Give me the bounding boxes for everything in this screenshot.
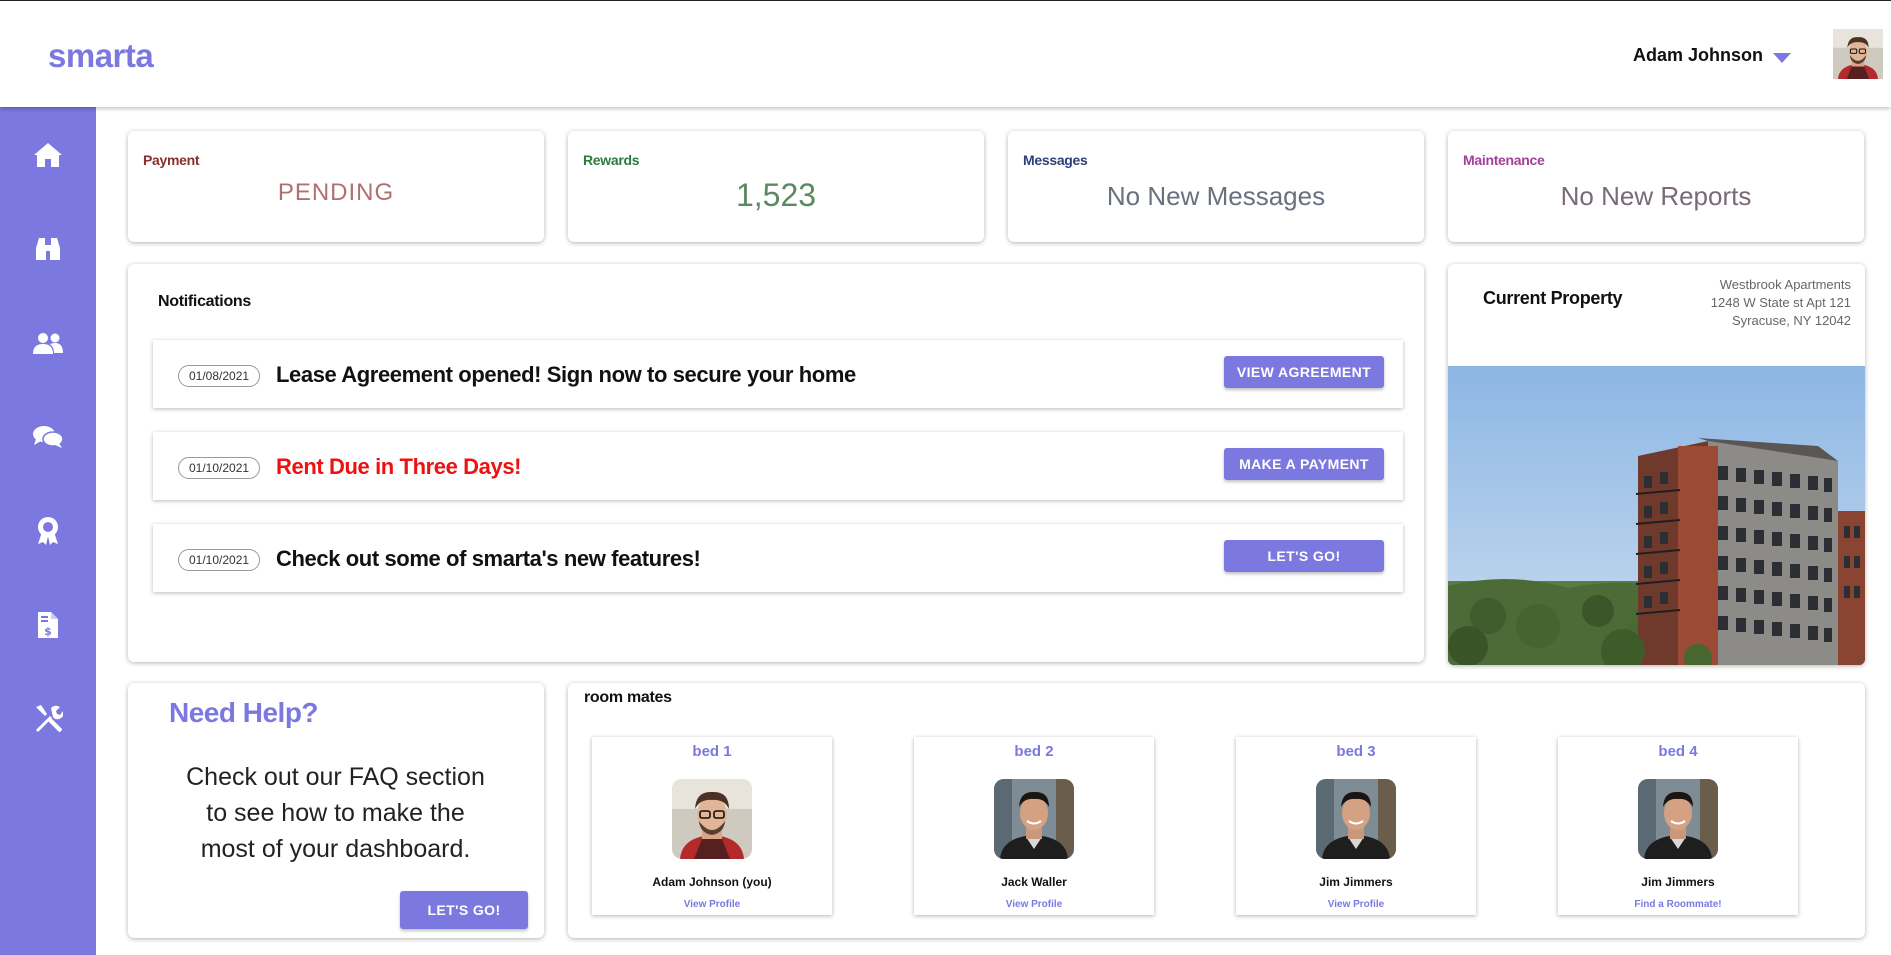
roommate-name: Jim Jimmers <box>1319 875 1393 889</box>
bed-label: bed 4 <box>1658 743 1698 760</box>
maintenance-card[interactable]: Maintenance No New Reports <box>1448 131 1864 242</box>
notification-text: Rent Due in Three Days! <box>276 454 522 479</box>
top-header: smarta Adam Johnson <box>0 0 1891 107</box>
bed-label: bed 1 <box>692 743 732 760</box>
view-profile-link[interactable]: View Profile <box>914 899 1154 910</box>
home-icon <box>34 143 62 167</box>
messages-status: No New Messages <box>1106 181 1326 211</box>
maintenance-label: Maintenance <box>1463 152 1545 168</box>
sidebar-item-home[interactable] <box>28 135 68 175</box>
sidebar: $ <box>0 107 96 955</box>
bed-label: bed 2 <box>1014 743 1054 760</box>
payment-card[interactable]: Payment PENDING <box>128 131 544 242</box>
maintenance-status: No New Reports <box>1560 181 1752 211</box>
property-title: Current Property <box>1483 288 1623 308</box>
help-text-line: to see how to make the <box>206 799 465 827</box>
view-profile-link[interactable]: View Profile <box>1236 899 1476 910</box>
sidebar-item-roommates[interactable] <box>28 323 68 363</box>
roommate-card[interactable]: bed 4 Jim Jimmers Find a Roommate! <box>1558 737 1798 915</box>
notification-date: 01/08/2021 <box>178 365 261 387</box>
roommate-name: Adam Johnson (you) <box>652 875 772 889</box>
svg-text:$: $ <box>44 625 52 638</box>
avatar <box>672 779 752 859</box>
notification-date: 01/10/2021 <box>178 549 261 571</box>
property-street: 1248 W State st Apt 121 <box>1710 295 1851 310</box>
roommate-name: Jack Waller <box>1001 875 1067 889</box>
avatar <box>994 779 1074 859</box>
faq-button[interactable]: LET'S GO! <box>400 891 528 929</box>
roommate-name: Jim Jimmers <box>1641 875 1715 889</box>
avatar <box>1316 779 1396 859</box>
roommate-card[interactable]: bed 1 Adam Johnson (you) View Profile <box>592 737 832 915</box>
help-title: Need Help? <box>169 697 319 728</box>
payment-label: Payment <box>143 152 200 168</box>
find-roommate-link[interactable]: Find a Roommate! <box>1558 899 1798 910</box>
make-payment-button[interactable]: MAKE A PAYMENT <box>1224 448 1384 480</box>
app-logo[interactable]: smarta <box>48 37 154 75</box>
users-icon <box>33 333 63 354</box>
chevron-down-icon[interactable] <box>1773 53 1791 63</box>
invoice-icon: $ <box>38 612 58 638</box>
notifications-panel: Notifications 01/08/2021 Lease Agreement… <box>128 264 1424 662</box>
sidebar-item-messages[interactable] <box>28 417 68 457</box>
chat-icon <box>33 426 64 448</box>
award-icon <box>38 517 58 545</box>
messages-label: Messages <box>1023 152 1088 168</box>
user-avatar[interactable] <box>1833 29 1883 79</box>
avatar <box>1638 779 1718 859</box>
sidebar-item-rewards[interactable] <box>28 511 68 551</box>
sidebar-item-payments[interactable]: $ <box>28 605 68 645</box>
property-photo <box>1448 366 1865 665</box>
notification-text: Check out some of smarta's new features! <box>276 546 701 571</box>
binoculars-icon <box>36 238 60 260</box>
property-city: Syracuse, NY 12042 <box>1732 313 1851 328</box>
roommate-card[interactable]: bed 2 Jack Waller View Profile <box>914 737 1154 915</box>
payment-status: PENDING <box>277 179 395 206</box>
user-name[interactable]: Adam Johnson <box>1633 45 1763 66</box>
help-card: Need Help? Check out our FAQ section to … <box>128 683 544 938</box>
property-address: Westbrook Apartments 1248 W State st Apt… <box>1711 276 1851 330</box>
notification-item: 01/10/2021 Check out some of smarta's ne… <box>153 524 1403 592</box>
view-agreement-button[interactable]: VIEW AGREEMENT <box>1224 356 1384 388</box>
rewards-card[interactable]: Rewards 1,523 <box>568 131 984 242</box>
sidebar-item-maintenance[interactable] <box>28 699 68 739</box>
notifications-title: Notifications <box>158 293 251 310</box>
help-text: Check out our FAQ section to see how to … <box>148 759 523 867</box>
notification-item: 01/08/2021 Lease Agreement opened! Sign … <box>153 340 1403 408</box>
help-text-line: Check out our FAQ section <box>186 763 485 791</box>
view-profile-link[interactable]: View Profile <box>592 899 832 910</box>
notification-text: Lease Agreement opened! Sign now to secu… <box>276 362 856 387</box>
property-name: Westbrook Apartments <box>1719 277 1851 292</box>
roommates-title: room mates <box>584 689 672 706</box>
tools-icon <box>36 705 63 732</box>
rewards-points: 1,523 <box>735 177 817 213</box>
sidebar-item-search[interactable] <box>28 229 68 269</box>
help-text-line: most of your dashboard. <box>200 835 471 863</box>
new-features-button[interactable]: LET'S GO! <box>1224 540 1384 572</box>
property-card[interactable]: Current Property Westbrook Apartments 12… <box>1448 264 1865 665</box>
messages-card[interactable]: Messages No New Messages <box>1008 131 1424 242</box>
notification-item: 01/10/2021 Rent Due in Three Days! MAKE … <box>153 432 1403 500</box>
roommates-panel: room mates bed 1 Adam Johnson (you) View… <box>568 683 1865 938</box>
rewards-label: Rewards <box>583 152 640 168</box>
bed-label: bed 3 <box>1336 743 1376 760</box>
roommate-card[interactable]: bed 3 Jim Jimmers View Profile <box>1236 737 1476 915</box>
notification-date: 01/10/2021 <box>178 457 261 479</box>
